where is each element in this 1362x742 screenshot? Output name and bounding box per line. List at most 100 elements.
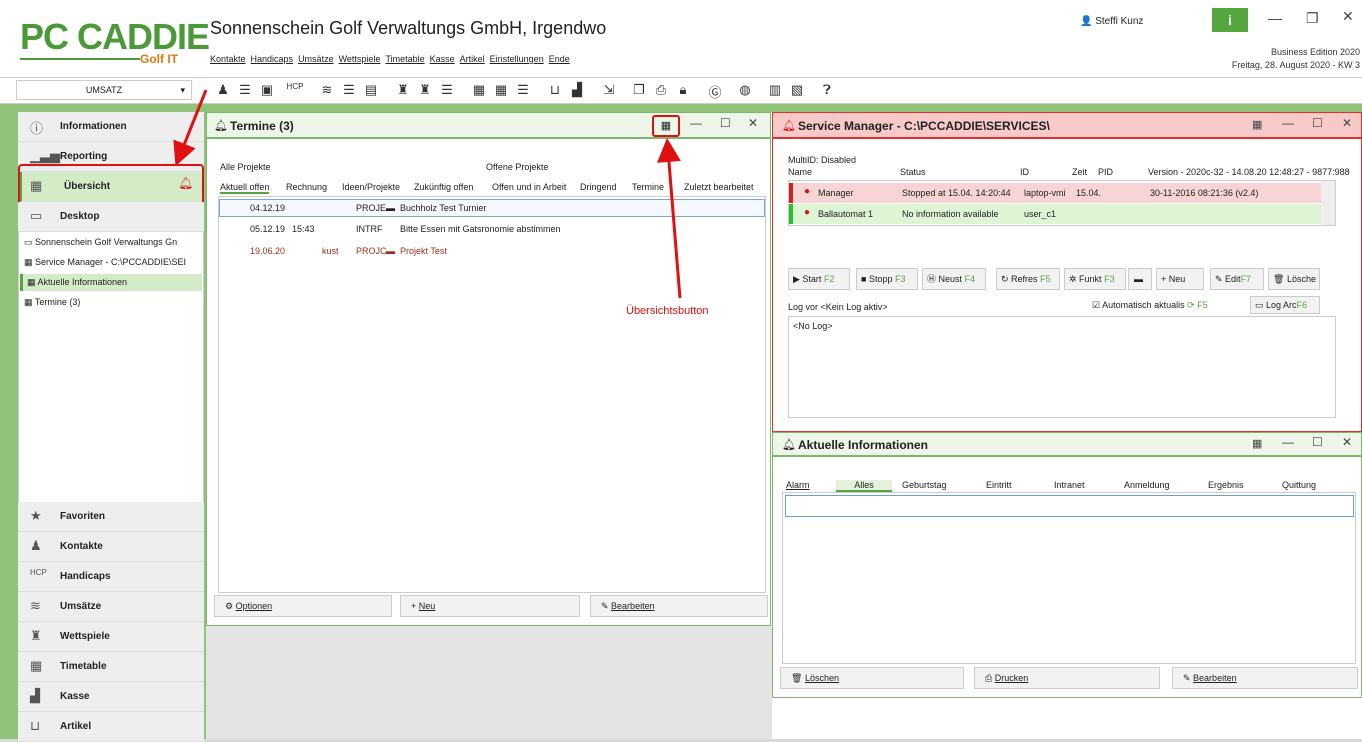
tab-geburtstag[interactable]: Geburtstag	[902, 480, 947, 490]
auto-refresh-checkbox[interactable]: ☑ Automatisch aktualis ⟳ F5	[1092, 296, 1208, 314]
log-textarea[interactable]: <No Log>	[788, 316, 1336, 418]
calendar-icon[interactable]: ▦	[492, 82, 510, 98]
sidebar-item-sonnenschein[interactable]: ▭ Sonnenschein Golf Verwaltungs Gn	[20, 234, 202, 251]
sidebar-item-service[interactable]: ▦ Service Manager - C:\PCCADDIE\SEI	[20, 254, 202, 271]
options-button[interactable]: ⚙ Optionen	[214, 595, 392, 617]
maximize-icon[interactable]: ☐	[1312, 116, 1323, 130]
tab-zuletzt[interactable]: Zuletzt bearbeitet	[684, 182, 754, 192]
sidebar-favoriten[interactable]: Favoriten	[18, 502, 204, 532]
scrollbar[interactable]	[1321, 181, 1335, 225]
edit-info-button[interactable]: ✎ Bearbeiten	[1172, 667, 1358, 689]
edit-service-button[interactable]: ✎ EditF7	[1210, 268, 1264, 290]
maximize-icon[interactable]: ☐	[1312, 435, 1323, 449]
list-icon[interactable]: ☰	[438, 82, 456, 98]
help-icon[interactable]: ❓︎	[818, 82, 836, 98]
edit-button[interactable]: ✎ Bearbeiten	[590, 595, 768, 617]
restore-icon[interactable]: ❐	[1306, 10, 1319, 27]
coins-icon[interactable]: ≋	[318, 82, 336, 98]
book-icon[interactable]: ▣	[258, 82, 276, 98]
refresh-button[interactable]: ↻ Refres F5	[996, 268, 1060, 290]
folder-button[interactable]: ▬	[1128, 268, 1152, 290]
export-icon[interactable]: ⇲	[600, 82, 618, 98]
sidebar-kasse[interactable]: Kasse	[18, 682, 204, 712]
word-icon[interactable]: ▥	[766, 82, 784, 98]
tab-quittung[interactable]: Quittung	[1282, 480, 1316, 490]
grid-icon[interactable]: ▦	[1252, 437, 1262, 450]
tab-termine[interactable]: Termine	[632, 182, 676, 192]
new-service-button[interactable]: + Neu	[1156, 268, 1204, 290]
tab-alarm[interactable]: Alarm	[786, 480, 810, 490]
start-button[interactable]: ▶ Start F2	[788, 268, 850, 290]
sidebar-item-termine[interactable]: ▦ Termine (3)	[20, 294, 202, 311]
excel-icon[interactable]: ▧	[788, 82, 806, 98]
calendar-icon[interactable]: ▦	[470, 82, 488, 98]
tab-rechnung[interactable]: Rechnung	[286, 182, 327, 192]
contact-icon[interactable]: ♟	[214, 82, 232, 98]
list-icon[interactable]: ☰	[514, 82, 532, 98]
delete-service-button[interactable]: 🗑︎ Lösche	[1268, 268, 1320, 290]
sidebar-section-desktop[interactable]: Desktop	[18, 202, 204, 232]
aktuelle-input[interactable]	[785, 495, 1354, 517]
trophy-icon[interactable]: ♜	[394, 82, 412, 98]
tab-ergebnis[interactable]: Ergebnis	[1208, 480, 1244, 490]
print-button[interactable]: ⎙ Drucken	[974, 667, 1160, 689]
menu-item[interactable]: Kasse	[430, 54, 455, 64]
tab-zukuenftig[interactable]: Zukünftig offen	[414, 182, 473, 192]
tab-anmeldung[interactable]: Anmeldung	[1124, 480, 1170, 490]
menu-item[interactable]: Ende	[549, 54, 570, 64]
sidebar-umsaetze[interactable]: Umsätze	[18, 592, 204, 622]
tab-ideen[interactable]: Ideen/Projekte	[342, 182, 400, 192]
tab-aktuell-offen[interactable]: Aktuell offen	[220, 182, 270, 194]
menu-item[interactable]: Kontakte	[210, 54, 246, 64]
sidebar-handicaps[interactable]: Handicaps	[18, 562, 204, 592]
menu-item[interactable]: Wettspiele	[339, 54, 381, 64]
minimize-icon[interactable]: —	[1282, 435, 1294, 449]
sidebar-timetable[interactable]: Timetable	[18, 652, 204, 682]
close-icon[interactable]: ✕	[748, 116, 758, 130]
grid-icon[interactable]: ▦	[1252, 118, 1262, 131]
sidebar-wettspiele[interactable]: Wettspiele	[18, 622, 204, 652]
hcp-icon[interactable]: HCP	[286, 82, 304, 91]
menu-item[interactable]: Artikel	[460, 54, 485, 64]
close-icon[interactable]: ✕	[1342, 435, 1352, 449]
close-icon[interactable]: ✕	[1342, 116, 1352, 130]
sidebar-kontakte[interactable]: Kontakte	[18, 532, 204, 562]
minimize-icon[interactable]: —	[1282, 116, 1294, 130]
function-button[interactable]: ✲ Funkt F3	[1064, 268, 1126, 290]
info-button[interactable]: i	[1212, 8, 1248, 32]
log-archive-button[interactable]: ▭ Log ArcF6	[1250, 296, 1320, 314]
tab-alles[interactable]: Alles	[836, 480, 892, 492]
delete-button[interactable]: 🗑︎ Löschen	[780, 667, 964, 689]
globe-icon[interactable]: ◍	[736, 82, 754, 98]
stop-button[interactable]: ■ Stopp F3	[856, 268, 918, 290]
sidebar-section-informationen[interactable]: Informationen	[18, 112, 204, 142]
document-icon[interactable]: ▤	[362, 82, 380, 98]
menu-item[interactable]: Einstellungen	[490, 54, 544, 64]
list-icon[interactable]: ☰	[340, 82, 358, 98]
minimize-icon[interactable]: —	[1268, 10, 1282, 26]
print-icon[interactable]: ⎙	[652, 82, 670, 98]
sidebar-item-aktuelle[interactable]: ▦ Aktuelle Informationen	[20, 274, 202, 291]
minimize-icon[interactable]: —	[690, 116, 702, 130]
overview-button[interactable]: ▦	[652, 115, 680, 137]
table-row[interactable]	[219, 199, 765, 217]
module-dropdown[interactable]: UMSATZ ▾	[16, 80, 192, 100]
tab-offen-arbeit[interactable]: Offen und in Arbeit	[492, 182, 566, 192]
maximize-icon[interactable]: ☐	[720, 116, 731, 130]
close-icon[interactable]: ✕	[1342, 8, 1354, 25]
new-button[interactable]: + Neu	[400, 595, 580, 617]
menu-item[interactable]: Timetable	[385, 54, 424, 64]
tab-eintritt[interactable]: Eintritt	[986, 480, 1012, 490]
g-icon[interactable]: Ⓖ	[706, 82, 724, 101]
user-name[interactable]: 👤 Steffi Kunz	[1080, 16, 1143, 27]
list-icon[interactable]: ☰	[236, 82, 254, 98]
window-icon[interactable]: ❐	[630, 82, 648, 98]
tab-dringend[interactable]: Dringend	[580, 182, 617, 192]
register-icon[interactable]: ▟	[568, 82, 586, 98]
menu-item[interactable]: Umsätze	[298, 54, 334, 64]
sidebar-artikel[interactable]: Artikel	[18, 712, 204, 742]
trophy-icon[interactable]: ♜	[416, 82, 434, 98]
lock-icon[interactable]: 🔒︎	[674, 82, 692, 98]
cart-icon[interactable]: ⊔	[546, 82, 564, 98]
tab-intranet[interactable]: Intranet	[1054, 480, 1085, 490]
